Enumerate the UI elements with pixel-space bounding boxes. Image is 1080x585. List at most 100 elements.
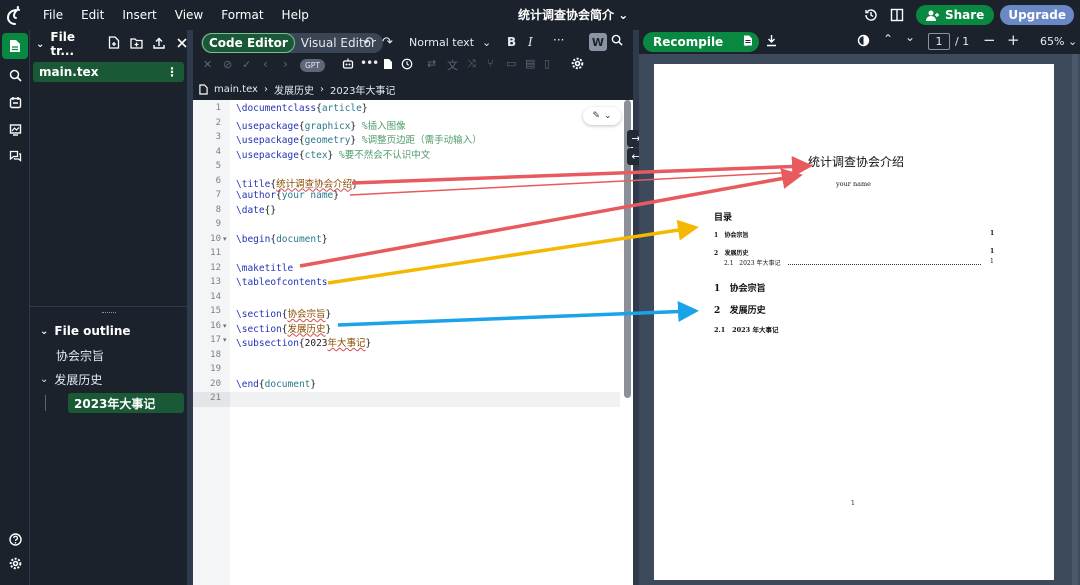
download-icon[interactable] <box>766 34 777 50</box>
translate-icon[interactable]: 文 <box>447 57 458 73</box>
shuffle-icon[interactable]: ⤨ <box>467 57 476 71</box>
menu-insert[interactable]: Insert <box>113 0 165 30</box>
chevron-down-icon[interactable]: ⌄ <box>905 30 915 44</box>
robot-icon[interactable] <box>342 58 354 72</box>
outline-item-1[interactable]: 协会宗旨 <box>30 343 187 367</box>
accept-icon[interactable]: ✓ <box>242 58 251 71</box>
next-icon[interactable]: › <box>283 57 288 71</box>
code-line[interactable]: \usepackage{ctex} %要不然会不认识中文 <box>236 147 430 161</box>
menu-format[interactable]: Format <box>212 0 272 30</box>
previous-icon[interactable]: ‹ <box>263 57 268 71</box>
code-line[interactable]: \subsection{2023年大事记} <box>236 335 371 349</box>
upload-icon[interactable] <box>153 37 165 52</box>
logs-icon[interactable] <box>743 34 753 50</box>
code-line[interactable]: \documentclass{article} <box>236 103 368 114</box>
pdf-toc-page-3: 1 <box>990 258 994 265</box>
menu-edit[interactable]: Edit <box>72 0 113 30</box>
outline-item-2[interactable]: ⌄ 发展历史 <box>30 367 187 391</box>
gpt-badge[interactable]: GPT <box>300 59 325 72</box>
more-options-icon[interactable]: ⋮ <box>166 66 178 78</box>
breadcrumb-subsection[interactable]: 2023年大事记 <box>330 82 395 97</box>
fold-toggle-icon[interactable]: ▾ <box>223 322 227 330</box>
code-line[interactable]: \maketitle <box>236 263 293 274</box>
dots-icon[interactable]: ••• <box>360 56 379 70</box>
chevron-down-icon[interactable]: ⌄ <box>36 39 44 50</box>
menu-view[interactable]: View <box>166 0 212 30</box>
search-replace-icon[interactable] <box>611 34 623 49</box>
review-icon[interactable] <box>0 116 30 143</box>
line-number: 8 <box>215 204 221 215</box>
swap-icon[interactable]: ⇄ <box>427 57 436 70</box>
chat-icon[interactable] <box>0 143 30 170</box>
branch-icon[interactable]: ⑂ <box>487 57 494 70</box>
overleaf-logo-icon[interactable] <box>0 0 30 30</box>
zoom-out-icon[interactable]: − <box>983 31 996 49</box>
redo-icon[interactable]: ↷ <box>382 35 393 50</box>
zoom-select[interactable]: 65% ⌄ <box>1040 35 1077 48</box>
undo-icon[interactable]: ↶ <box>363 35 374 50</box>
outline-item-3[interactable]: 2023年大事记 <box>68 393 184 413</box>
file-item-main-tex[interactable]: main.tex ⋮ <box>33 62 184 82</box>
file-icon[interactable]: ▯ <box>544 57 550 70</box>
pdf-toc-page-2: 1 <box>990 248 995 255</box>
more-icon[interactable]: ··· <box>553 33 564 47</box>
text-style-label: Normal text <box>409 36 475 49</box>
contrast-icon[interactable] <box>857 34 870 50</box>
zoom-in-icon[interactable]: + <box>1007 31 1020 49</box>
settings-gear-icon[interactable] <box>0 550 30 577</box>
history-icon[interactable] <box>858 2 884 28</box>
code-line[interactable]: \date{} <box>236 205 276 216</box>
code-line[interactable]: \usepackage{graphicx} %插入图像 <box>236 118 406 132</box>
chevron-right-icon: › <box>263 83 268 95</box>
code-editor[interactable]: 1 \documentclass{article} 2 \usepackage{gra… <box>193 100 633 585</box>
breadcrumb-file[interactable]: main.tex <box>214 84 258 95</box>
breadcrumb-section[interactable]: 发展历史 <box>274 82 314 97</box>
resize-handle[interactable] <box>30 307 187 319</box>
edit-mode-button[interactable]: ✎ ⌄ <box>583 107 621 125</box>
help-icon[interactable] <box>0 526 30 553</box>
block-icon[interactable]: ⊘ <box>223 58 232 71</box>
new-folder-icon[interactable] <box>130 37 143 52</box>
clipboard-icon[interactable]: ▭ <box>506 57 516 70</box>
layout-icon[interactable] <box>884 2 910 28</box>
outline-header[interactable]: ⌄ File outline <box>30 319 187 343</box>
code-line[interactable]: \section{协会宗旨} <box>236 306 331 320</box>
settings-gear-icon[interactable] <box>571 57 584 73</box>
code-line[interactable]: \author{your name} <box>236 190 339 201</box>
code-line[interactable]: \section{发展历史} <box>236 321 331 335</box>
italic-icon[interactable]: I <box>528 35 533 49</box>
chevron-up-icon[interactable]: ⌃ <box>883 32 893 46</box>
project-title[interactable]: 统计调查协会简介 ⌄ <box>518 0 628 30</box>
pdf-section-2: 2 发展历史 <box>714 306 766 316</box>
code-line[interactable]: \end{document} <box>236 379 316 390</box>
editor-mode-toggle[interactable]: Code Editor Visual Editor <box>201 33 383 53</box>
share-button[interactable]: Share <box>915 5 995 25</box>
code-line[interactable]: \title{统计调查协会介绍} <box>236 176 358 190</box>
pdf-scrollbar[interactable] <box>1072 54 1078 585</box>
page-icon[interactable]: ▤ <box>525 57 535 70</box>
menu-file[interactable]: File <box>34 0 72 30</box>
code-line[interactable]: \usepackage{geometry} %调整页边距（需手动输入） <box>236 132 482 146</box>
text-style-select[interactable]: Normal text ⌄ <box>409 36 491 49</box>
recompile-button[interactable]: Recompile ⌄ <box>643 32 760 52</box>
outline-indent-line <box>45 395 46 411</box>
code-editor-toggle[interactable]: Code Editor <box>202 33 295 53</box>
close-icon[interactable] <box>177 37 187 51</box>
page-number-input[interactable]: 1 <box>928 33 950 50</box>
fold-toggle-icon[interactable]: ▾ <box>223 235 227 243</box>
document-icon[interactable] <box>383 58 393 73</box>
history-icon[interactable] <box>401 58 413 73</box>
code-line[interactable]: \tableofcontents <box>236 277 328 288</box>
reject-icon[interactable]: ✕ <box>203 58 212 71</box>
bold-icon[interactable]: B <box>507 35 516 49</box>
chevron-down-icon: ⌄ <box>604 111 612 121</box>
integrations-icon[interactable] <box>0 89 30 116</box>
code-line[interactable]: \begin{document} <box>236 234 328 245</box>
file-tree-rail-icon[interactable] <box>2 33 28 59</box>
menu-help[interactable]: Help <box>273 0 318 30</box>
upgrade-button[interactable]: Upgrade <box>1000 5 1074 25</box>
search-icon[interactable] <box>0 62 30 89</box>
fold-toggle-icon[interactable]: ▾ <box>223 336 227 344</box>
new-file-icon[interactable] <box>108 36 120 52</box>
writefull-icon[interactable]: W <box>589 33 607 51</box>
